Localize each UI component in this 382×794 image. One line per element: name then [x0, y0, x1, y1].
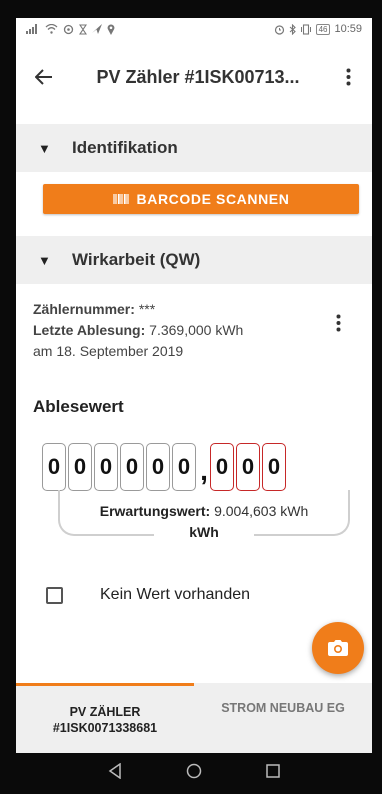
letzte-ablesung-date: am 18. September 2019: [33, 343, 184, 359]
zaehlernummer-row: Zählernummer: ***: [33, 299, 333, 320]
battery-level: 46: [315, 23, 331, 35]
digit-int-4[interactable]: 0: [120, 443, 144, 491]
meter-info: Zählernummer: *** Letzte Ablesung: 7.369…: [33, 299, 333, 362]
alarm-icon: [274, 24, 284, 35]
camera-icon: [328, 640, 348, 656]
section-wirkarbeit-label: Wirkarbeit (QW): [72, 250, 201, 269]
section-wirkarbeit[interactable]: ▼ Wirkarbeit (QW): [16, 236, 372, 284]
app-bar: PV Zähler #1ISK00713...: [16, 40, 372, 114]
digit-int-3[interactable]: 0: [94, 443, 118, 491]
reading-unit: kWh: [154, 524, 254, 540]
meter-menu-button[interactable]: [336, 314, 341, 338]
reading-digit-input: 0 0 0 0 0 0 , 0 0 0: [42, 443, 288, 491]
expected-value: Erwartungswert: 9.004,603 kWh: [58, 503, 350, 519]
section-identifikation[interactable]: ▼ Identifikation: [16, 124, 372, 172]
camera-fab-button[interactable]: [312, 622, 364, 674]
square-recents-icon: [266, 764, 280, 778]
letzte-ablesung-row: Letzte Ablesung: 7.369,000 kWh: [33, 320, 333, 341]
arrow-left-icon: [35, 69, 52, 85]
digit-int-2[interactable]: 0: [68, 443, 92, 491]
bluetooth-icon: [289, 23, 296, 35]
caret-down-icon: ▼: [38, 140, 51, 156]
vibrate-icon: [300, 23, 311, 35]
back-button[interactable]: [16, 49, 72, 105]
zaehlernummer-label: Zählernummer:: [33, 301, 135, 317]
tab-pv-zaehler-label: PV ZÄHLER #1ISK0071338681: [52, 704, 158, 735]
section-identifikation-label: Identifikation: [72, 138, 178, 157]
hourglass-icon: [79, 23, 87, 35]
app-screen: 46 10:59 PV Zähler #1ISK00713... ▼ Ident…: [16, 18, 372, 794]
system-nav-bar: [16, 753, 372, 794]
wifi-icon: [45, 24, 58, 34]
digit-dec-1[interactable]: 0: [210, 443, 234, 491]
overflow-menu-button[interactable]: [324, 49, 372, 105]
expected-value-number: 9.004,603 kWh: [214, 503, 309, 519]
kein-wert-row[interactable]: Kein Wert vorhanden: [46, 586, 250, 604]
tab-strom-neubau-label: STROM NEUBAU EG: [221, 701, 345, 715]
caret-down-icon: ▼: [38, 252, 51, 268]
circle-home-icon: [186, 763, 202, 779]
letzte-ablesung-value: 7.369,000 kWh: [149, 322, 244, 338]
location-icon: [107, 23, 115, 35]
overflow-menu-icon: [336, 314, 341, 332]
status-left-icons: [26, 23, 115, 35]
digit-int-6[interactable]: 0: [172, 443, 196, 491]
digit-int-1[interactable]: 0: [42, 443, 66, 491]
nav-recents-button[interactable]: [266, 764, 280, 783]
kein-wert-label: Kein Wert vorhanden: [100, 586, 251, 603]
sync-icon: [63, 24, 74, 34]
clock: 10:59: [334, 23, 362, 35]
ablesewert-title: Ablesewert: [33, 397, 124, 416]
barcode-icon: [112, 194, 129, 204]
letzte-ablesung-label: Letzte Ablesung:: [33, 322, 146, 338]
tab-pv-zaehler[interactable]: PV ZÄHLER #1ISK0071338681: [16, 683, 194, 753]
decimal-separator: ,: [200, 455, 208, 486]
kein-wert-checkbox[interactable]: [46, 586, 63, 604]
status-right-icons: 46 10:59: [274, 23, 362, 35]
triangle-back-icon: [108, 762, 121, 780]
tab-strom-neubau[interactable]: STROM NEUBAU EG: [194, 683, 372, 753]
send-icon: [92, 24, 102, 34]
zaehlernummer-value: ***: [138, 301, 156, 317]
digit-dec-3[interactable]: 0: [262, 443, 286, 491]
barcode-scan-button[interactable]: BARCODE SCANNEN: [43, 184, 359, 214]
page-title: PV Zähler #1ISK00713...: [96, 66, 300, 87]
expected-value-label: Erwartungswert:: [99, 503, 211, 519]
signal-icon: [26, 24, 37, 34]
overflow-menu-icon: [346, 68, 350, 86]
nav-home-button[interactable]: [186, 763, 202, 784]
status-bar: 46 10:59: [16, 18, 372, 40]
barcode-scan-label: BARCODE SCANNEN: [136, 191, 290, 207]
phone-frame: 46 10:59 PV Zähler #1ISK00713... ▼ Ident…: [0, 0, 382, 794]
nav-back-button[interactable]: [108, 762, 122, 784]
digit-dec-2[interactable]: 0: [236, 443, 260, 491]
digit-int-5[interactable]: 0: [146, 443, 170, 491]
meter-tabs: PV ZÄHLER #1ISK0071338681 STROM NEUBAU E…: [16, 683, 372, 753]
